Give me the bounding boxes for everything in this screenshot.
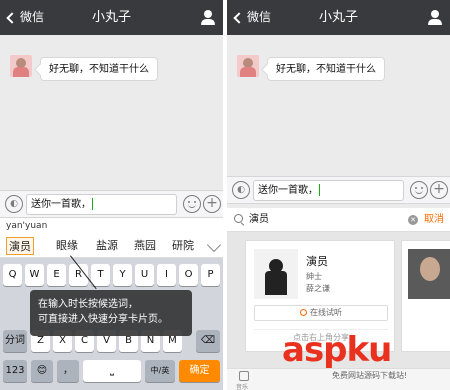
left-phone-screen: 微信 小丸子 好无聊，不知道干什么 ◐ 送你一首歌， + yan'yuan 演员…	[0, 0, 223, 390]
message-input[interactable]: 送你一首歌，	[253, 180, 404, 201]
album-cover	[254, 249, 298, 299]
nav-bar: 微信 小丸子	[0, 0, 223, 35]
candidate-word[interactable]: 盐源	[96, 237, 118, 255]
emoji-key[interactable]: 😊	[31, 360, 53, 382]
person-icon[interactable]	[201, 10, 215, 25]
search-bar: 演员 ✕ 取消	[227, 208, 450, 232]
voice-icon[interactable]: ◐	[232, 181, 250, 199]
hint-tooltip: 在输入时长按候选词， 可直接进入快速分享卡片页。	[30, 290, 192, 336]
key[interactable]: T	[91, 264, 110, 286]
key[interactable]: Q	[3, 264, 22, 286]
song-card[interactable]	[401, 240, 450, 352]
watermark-subtitle: 免费网站源码下载站!	[332, 371, 408, 380]
album-cover	[408, 249, 450, 299]
key[interactable]: Y	[113, 264, 132, 286]
listen-label: 在线试听	[310, 308, 342, 317]
artist-name: 薛之谦	[306, 284, 330, 293]
candidate-word[interactable]: 燕园	[134, 237, 156, 255]
listen-online-button[interactable]: 在线试听	[254, 305, 388, 321]
candidate-word[interactable]: 研院	[172, 237, 194, 255]
person-icon[interactable]	[428, 10, 442, 25]
message-input-text: 送你一首歌，	[258, 185, 318, 196]
text-cursor	[92, 198, 93, 210]
avatar[interactable]	[237, 55, 259, 77]
numbers-key[interactable]: 123	[3, 360, 27, 382]
tooltip-line: 在输入时长按候选词，	[38, 299, 138, 310]
candidate-bar: 演员 眼缘 盐源 燕园 研院	[0, 234, 223, 258]
confirm-key[interactable]: 确定	[179, 360, 220, 382]
song-title: 演员	[306, 255, 328, 268]
emoji-icon[interactable]	[410, 181, 428, 199]
input-bar: ◐ 送你一首歌， +	[0, 190, 223, 218]
message-bubble: 好无聊，不知道干什么	[267, 57, 385, 81]
message-input[interactable]: 送你一首歌，	[26, 194, 177, 215]
key[interactable]: O	[179, 264, 198, 286]
input-bar: ◐ 送你一首歌， +	[227, 176, 450, 204]
tab-label: 音乐	[236, 384, 249, 390]
space-key[interactable]: ⎵	[83, 360, 141, 382]
message-input-text: 送你一首歌，	[31, 199, 91, 210]
nav-bar: 微信 小丸子	[227, 0, 450, 35]
key[interactable]: P	[201, 264, 220, 286]
clear-icon[interactable]: ✕	[408, 215, 418, 225]
comma-key[interactable]: ，	[57, 360, 79, 382]
lang-switch-key[interactable]: 中/英	[145, 360, 175, 382]
pinyin-composition: yan'yuan	[0, 218, 223, 234]
message-bubble: 好无聊，不知道干什么	[40, 57, 158, 81]
key[interactable]: I	[157, 264, 176, 286]
chat-title: 小丸子	[318, 10, 358, 25]
split-key[interactable]: 分词	[3, 330, 27, 352]
search-icon	[234, 214, 243, 223]
text-cursor	[319, 184, 320, 196]
emoji-icon[interactable]	[183, 195, 201, 213]
album-name: 绅士	[306, 272, 322, 281]
search-input[interactable]: 演员	[249, 208, 269, 232]
music-icon[interactable]	[239, 371, 249, 381]
chevron-down-icon[interactable]	[206, 237, 222, 253]
play-icon	[300, 309, 307, 316]
backspace-key[interactable]: ⌫	[196, 330, 220, 352]
chat-title: 小丸子	[91, 10, 131, 25]
candidate-word[interactable]: 眼缘	[56, 237, 78, 255]
avatar[interactable]	[10, 55, 32, 77]
key[interactable]: E	[47, 264, 66, 286]
key[interactable]: U	[135, 264, 154, 286]
candidate-word[interactable]: 演员	[6, 237, 34, 255]
plus-icon[interactable]: +	[203, 195, 221, 213]
voice-icon[interactable]: ◐	[5, 195, 23, 213]
key[interactable]: W	[25, 264, 44, 286]
plus-icon[interactable]: +	[430, 181, 448, 199]
cancel-button[interactable]: 取消	[424, 208, 444, 232]
watermark-logo: aspku	[282, 330, 392, 370]
tooltip-line: 可直接进入快速分享卡片页。	[38, 314, 168, 325]
